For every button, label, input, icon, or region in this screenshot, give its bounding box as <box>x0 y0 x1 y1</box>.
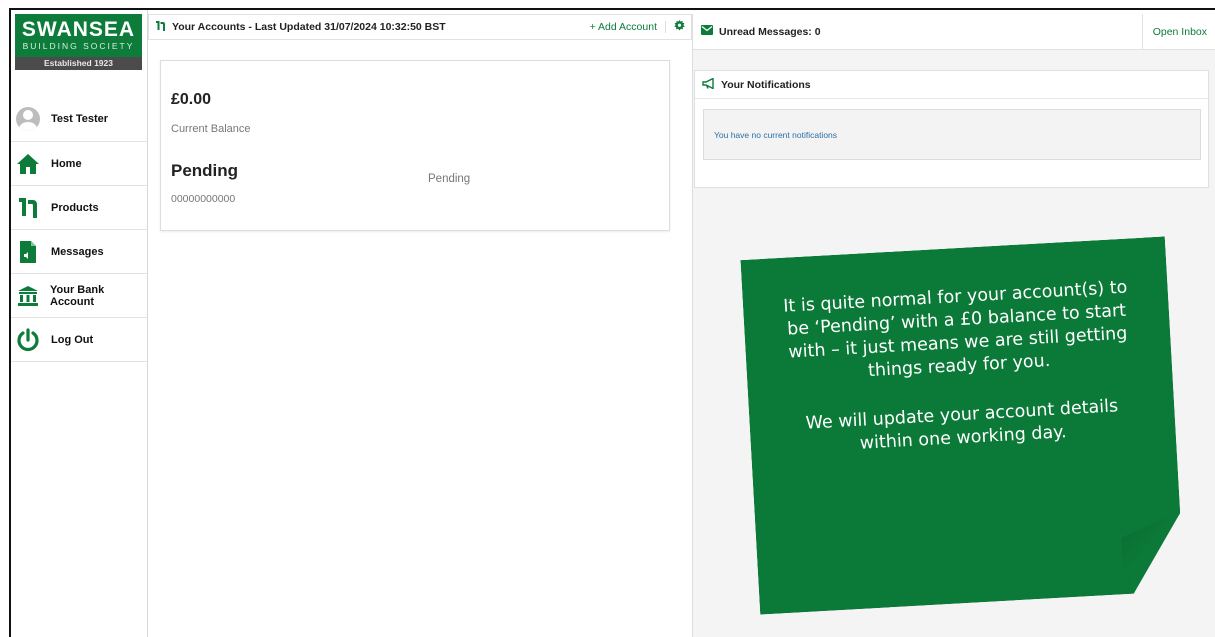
sidebar-nav: Test Tester Home Products Messages Your … <box>11 96 147 362</box>
account-card[interactable]: £0.00 Current Balance Pending 0000000000… <box>160 60 670 231</box>
account-name: Pending <box>171 161 239 180</box>
accounts-title: Your Accounts - Last Updated 31/07/2024 … <box>155 20 590 35</box>
notifications-header: Your Notifications <box>695 71 1208 99</box>
account-number: 00000000000 <box>171 193 236 205</box>
power-icon <box>15 327 41 353</box>
notifications-panel: Your Notifications You have no current n… <box>694 70 1209 188</box>
sidebar-item-label: Log Out <box>51 333 94 346</box>
envelope-icon <box>701 25 713 38</box>
sidebar-item-label: Products <box>51 201 99 214</box>
unread-messages: Unread Messages: 0 <box>701 25 1142 38</box>
sidebar-item-label: Messages <box>51 245 104 258</box>
bank-icon <box>15 283 40 309</box>
products-icon <box>155 20 166 35</box>
accounts-title-text: Your Accounts - Last Updated 31/07/2024 … <box>172 21 446 33</box>
home-icon <box>15 151 41 177</box>
avatar-icon <box>15 106 41 132</box>
brand-logo[interactable]: SWANSEA BUILDING SOCIETY Established 192… <box>15 14 142 70</box>
messages-bar: Unread Messages: 0 Open Inbox <box>693 13 1215 50</box>
info-sticky-note: It is quite normal for your account(s) t… <box>744 238 1187 616</box>
accounts-panel: Your Accounts - Last Updated 31/07/2024 … <box>148 14 692 637</box>
sidebar-item-log-out[interactable]: Log Out <box>11 318 147 362</box>
gear-icon[interactable] <box>674 20 685 34</box>
messages-icon <box>15 239 41 265</box>
sticky-note-body: It is quite normal for your account(s) t… <box>740 236 1184 614</box>
products-icon <box>15 195 41 221</box>
brand-name: SWANSEA <box>21 18 136 41</box>
add-account-button[interactable]: + Add Account <box>590 21 666 33</box>
current-balance: £0.00 <box>171 91 212 108</box>
open-inbox-link[interactable]: Open Inbox <box>1141 13 1215 50</box>
notifications-empty: You have no current notifications <box>703 109 1201 160</box>
sidebar-item-bank-account[interactable]: Your Bank Account <box>11 274 147 318</box>
current-balance-label: Current Balance <box>171 123 251 135</box>
sidebar-item-home[interactable]: Home <box>11 142 147 186</box>
notifications-title: Your Notifications <box>721 78 811 91</box>
sidebar-item-label: Home <box>51 157 82 170</box>
sidebar-user[interactable]: Test Tester <box>11 96 147 142</box>
account-status: Pending <box>428 173 471 185</box>
sidebar-item-products[interactable]: Products <box>11 186 147 230</box>
accounts-header: Your Accounts - Last Updated 31/07/2024 … <box>148 14 692 40</box>
megaphone-icon <box>702 76 715 92</box>
brand-established: Established 1923 <box>15 57 142 70</box>
note-paragraph: We will update your account details with… <box>805 396 1119 454</box>
sidebar-item-label: Your Bank Account <box>50 283 105 308</box>
sidebar-item-messages[interactable]: Messages <box>11 230 147 274</box>
note-paragraph: It is quite normal for your account(s) t… <box>782 277 1128 382</box>
brand-subtitle: BUILDING SOCIETY <box>22 41 135 51</box>
user-name: Test Tester <box>51 112 109 125</box>
sidebar: SWANSEA BUILDING SOCIETY Established 192… <box>11 10 148 637</box>
unread-messages-text: Unread Messages: 0 <box>719 25 821 38</box>
